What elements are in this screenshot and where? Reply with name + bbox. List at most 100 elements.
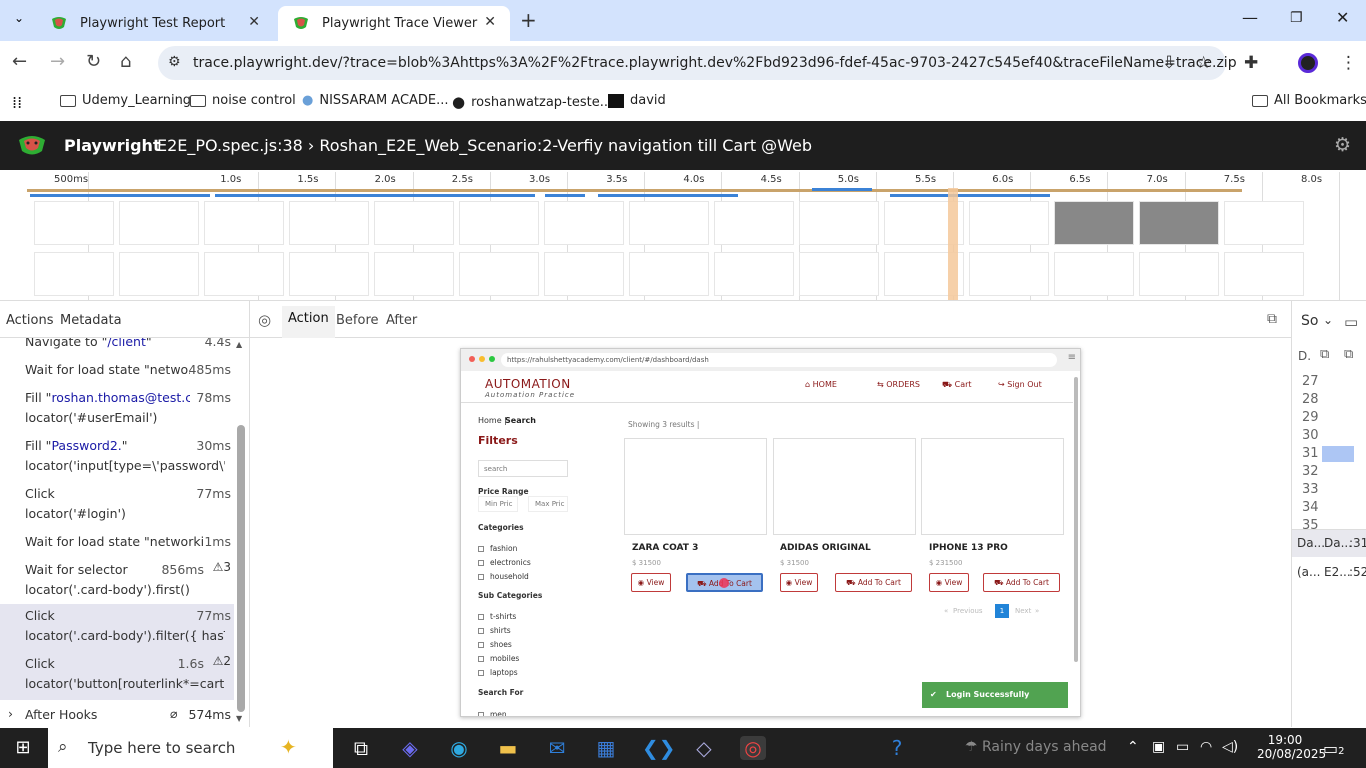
filmstrip-thumbnail[interactable]: [1054, 201, 1134, 245]
outlook-icon[interactable]: ✉: [544, 736, 570, 760]
open-external-icon[interactable]: ⧉: [1267, 311, 1277, 327]
action-item[interactable]: Click 77ms locator('#login'): [0, 484, 234, 530]
filmstrip-thumbnail[interactable]: [969, 252, 1049, 296]
view-button[interactable]: ◉ View: [780, 573, 818, 592]
filmstrip-thumbnail[interactable]: [374, 201, 454, 245]
back-icon[interactable]: ←: [12, 51, 27, 72]
category-electronics[interactable]: electronics: [478, 558, 531, 567]
minimize-button[interactable]: —: [1242, 8, 1258, 27]
task-view-icon[interactable]: ⧉: [348, 736, 374, 760]
tab-trace-viewer[interactable]: Playwright Trace Viewer ✕: [278, 6, 510, 41]
open-external-icon[interactable]: ⧉: [1344, 347, 1353, 362]
add-to-cart-button[interactable]: ⛟ Add To Cart: [983, 573, 1060, 592]
action-item-selected[interactable]: Click 77ms locator('.card-body').filter(…: [0, 604, 234, 652]
action-item[interactable]: Wait for load state "networki... 1ms: [0, 532, 234, 556]
tab-search-dropdown[interactable]: ⌄: [8, 11, 30, 29]
filmstrip-thumbnail[interactable]: [1224, 252, 1304, 296]
filmstrip-thumbnail[interactable]: [204, 201, 284, 245]
view-button[interactable]: ◉ View: [631, 573, 671, 592]
copilot-icon[interactable]: ◈: [397, 736, 423, 760]
call-row[interactable]: (a... E2... :52: [1292, 559, 1366, 583]
pagination-next[interactable]: Next: [1015, 607, 1031, 615]
add-to-cart-button[interactable]: ⛟ Add To Cart: [835, 573, 912, 592]
filmstrip-thumbnail[interactable]: [34, 252, 114, 296]
bookmark-folder[interactable]: Udemy_Learning: [60, 93, 191, 108]
layout-toggle-icon[interactable]: ▭: [1344, 313, 1358, 331]
scroll-up-icon[interactable]: ▲: [236, 340, 242, 349]
filmstrip-thumbnail[interactable]: [374, 252, 454, 296]
nav-signout[interactable]: ↪ Sign Out: [998, 380, 1042, 389]
close-window-button[interactable]: ✕: [1336, 8, 1349, 27]
chevron-down-icon[interactable]: ⌄: [1323, 313, 1333, 327]
filmstrip-thumbnail[interactable]: [799, 252, 879, 296]
filmstrip-thumbnail[interactable]: [969, 201, 1049, 245]
action-item-selected[interactable]: Click 1.6s ⚠2 locator('button[routerlink…: [0, 652, 234, 700]
vscode-icon[interactable]: ❮❯: [642, 736, 676, 760]
min-price-input[interactable]: Min Pric: [478, 496, 518, 512]
menu-icon[interactable]: ⋮: [1340, 53, 1357, 73]
filmstrip-thumbnail[interactable]: [119, 201, 199, 245]
source-tab[interactable]: So: [1301, 313, 1318, 329]
battery-icon[interactable]: ▭: [1176, 739, 1189, 755]
search-for-men[interactable]: men: [478, 710, 507, 716]
close-tab-icon[interactable]: ✕: [248, 14, 260, 30]
site-info-icon[interactable]: ⚙: [168, 54, 181, 70]
apps-icon[interactable]: ⁞⁞: [12, 93, 22, 112]
help-icon[interactable]: ?: [884, 736, 910, 760]
nav-orders[interactable]: ⇆ ORDERS: [877, 380, 920, 389]
actions-scrollbar[interactable]: [237, 425, 245, 712]
target-icon[interactable]: ◎: [258, 311, 271, 329]
action-item[interactable]: Wait for selector 856ms ⚠3 locator('.car…: [0, 560, 234, 606]
filmstrip-thumbnail[interactable]: [459, 252, 539, 296]
category-household[interactable]: household: [478, 572, 529, 581]
subcat-shirts[interactable]: shirts: [478, 626, 511, 635]
subcat-laptops[interactable]: laptops: [478, 668, 518, 677]
new-tab-button[interactable]: +: [520, 8, 537, 32]
settings-gear-icon[interactable]: ⚙: [1334, 134, 1351, 156]
pagination-page[interactable]: 1: [995, 604, 1009, 618]
extensions-icon[interactable]: ✚: [1244, 53, 1258, 73]
filmstrip-thumbnail[interactable]: [1139, 252, 1219, 296]
tab-metadata[interactable]: Metadata: [60, 313, 122, 328]
filmstrip-thumbnail[interactable]: [1054, 252, 1134, 296]
filmstrip-thumbnail[interactable]: [289, 201, 369, 245]
file-explorer-icon[interactable]: ▬: [495, 736, 521, 760]
filmstrip-thumbnail[interactable]: [629, 201, 709, 245]
profile-avatar[interactable]: [1298, 53, 1318, 73]
tab-action[interactable]: Action: [282, 306, 335, 338]
all-bookmarks[interactable]: All Bookmarks: [1252, 93, 1366, 108]
call-row-selected[interactable]: Da... Da... :31: [1292, 529, 1366, 557]
home-icon[interactable]: ⌂: [120, 51, 131, 72]
pagination-previous[interactable]: Previous: [953, 607, 983, 615]
notifications-icon[interactable]: ▭2: [1323, 739, 1345, 758]
tab-before[interactable]: Before: [336, 313, 379, 328]
filmstrip-thumbnail[interactable]: [204, 252, 284, 296]
filmstrip-thumbnail[interactable]: [119, 252, 199, 296]
bookmark-link[interactable]: david: [608, 93, 666, 108]
filmstrip-thumbnail[interactable]: [289, 252, 369, 296]
taskbar-search[interactable]: ⌕ Type here to search ✦: [48, 728, 333, 768]
bookmark-folder[interactable]: noise control: [190, 93, 296, 108]
address-bar[interactable]: ⚙ trace.playwright.dev/?trace=blob%3Ahtt…: [158, 46, 1237, 80]
wifi-icon[interactable]: ◠: [1200, 739, 1212, 755]
after-hooks-row[interactable]: › After Hooks ⌀ 574ms: [0, 703, 234, 727]
nav-home[interactable]: ⌂ HOME: [805, 380, 837, 389]
action-item[interactable]: Navigate to "/client" 4.4s: [0, 338, 234, 354]
volume-icon[interactable]: ◁): [1222, 739, 1238, 755]
windows-start-icon[interactable]: ⊞: [10, 736, 36, 760]
edge-icon[interactable]: ◉: [446, 736, 472, 760]
url-text[interactable]: trace.playwright.dev/?trace=blob%3Ahttps…: [193, 55, 1237, 71]
meet-icon[interactable]: ▣: [1152, 739, 1165, 755]
view-button[interactable]: ◉ View: [929, 573, 969, 592]
bookmark-star-icon[interactable]: ☆: [1196, 53, 1211, 73]
category-fashion[interactable]: fashion: [478, 544, 517, 553]
weather-widget[interactable]: ☂ Rainy days ahead: [965, 739, 1107, 755]
filmstrip-thumbnail[interactable]: [714, 252, 794, 296]
scroll-down-icon[interactable]: ▼: [236, 714, 242, 723]
filmstrip-thumbnail[interactable]: [1224, 201, 1304, 245]
max-price-input[interactable]: Max Pric: [528, 496, 568, 512]
install-app-icon[interactable]: ⇩: [1162, 53, 1176, 73]
filmstrip-thumbnail[interactable]: [629, 252, 709, 296]
crumb-home[interactable]: Home |: [478, 416, 507, 425]
app-icon[interactable]: ◇: [691, 736, 717, 760]
